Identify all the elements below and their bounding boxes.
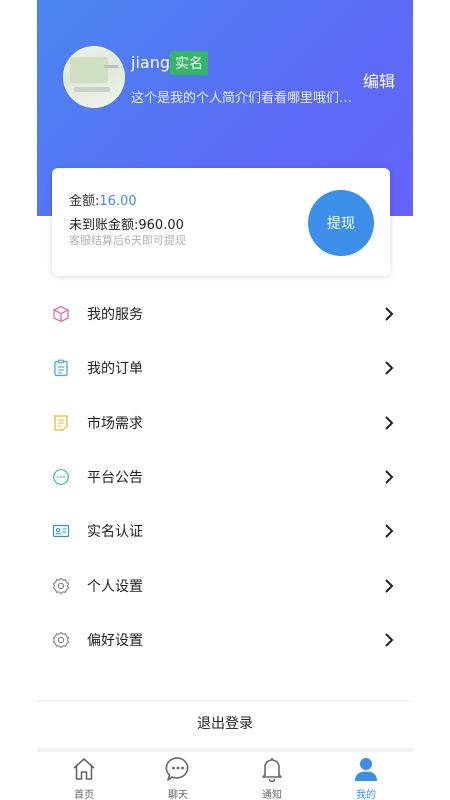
tab-label: 我的 [356,790,376,800]
chat-icon [165,757,189,781]
logout-button[interactable]: 退出登录 [37,708,413,740]
balance-amount-label: 金额: [69,194,100,209]
edit-button[interactable]: 编辑 [363,68,395,92]
menu-item-market-demand[interactable]: 市场需求 [37,396,413,450]
person-icon [355,758,377,781]
tab-label: 聊天 [168,790,188,800]
avatar-image-bar [74,87,110,92]
gear-icon [52,577,70,594]
menu-item-personal-settings[interactable]: 个人设置 [37,558,413,612]
menu-item-my-orders[interactable]: 我的订单 [37,341,413,395]
clipboard-icon [54,360,68,377]
chevron-right-icon [385,416,394,430]
menu-label: 个人设置 [87,578,143,595]
divider [37,700,413,701]
avatar-image-block [70,57,108,83]
withdraw-button[interactable]: 提现 [308,190,374,256]
chat-bubble-icon [53,469,69,485]
verified-badge: 实名 [170,51,208,75]
bottom-tab-bar: 首页 聊天 通知 我的 [37,752,413,800]
menu-label: 市场需求 [87,415,143,432]
document-list-icon [54,415,68,431]
balance-amount-value: 16.00 [99,194,137,209]
tab-label: 首页 [74,790,94,800]
chevron-right-icon [385,633,394,647]
balance-amount: 金额:16.00 [69,190,137,209]
bell-icon [262,758,282,783]
avatar[interactable] [63,46,125,108]
pending-amount: 未到账金额:960.00 [69,218,184,233]
menu-label: 偏好设置 [87,632,143,649]
tab-profile[interactable]: 我的 [319,752,413,800]
left-margin [0,0,37,800]
tab-notifications[interactable]: 通知 [225,752,319,800]
id-card-icon [52,525,70,538]
menu-item-platform-announcement[interactable]: 平台公告 [37,450,413,504]
withdraw-hint: 客服结算后6天即可提现 [69,234,186,247]
chevron-right-icon [385,307,394,321]
tab-chat[interactable]: 聊天 [131,752,225,800]
menu-item-real-name-verification[interactable]: 实名认证 [37,504,413,558]
chevron-right-icon [385,578,394,593]
balance-card: 金额:16.00 未到账金额:960.00 客服结算后6天即可提现 提现 [52,168,390,276]
cube-icon [53,305,69,323]
menu-label: 我的服务 [87,307,143,324]
gear-icon [52,631,70,649]
chevron-right-icon [385,524,394,539]
menu-list: 我的服务 我的订单 市场需求 平台公告 实名认证 个人设置 偏好设置 [37,287,413,667]
username: jiang [131,53,170,72]
menu-label: 平台公告 [87,470,143,487]
profile-screen: jiang 实名 编辑 这个是我的个人简介们看看哪里哦们聊... 金额:16.0… [37,0,413,800]
menu-item-my-services[interactable]: 我的服务 [37,287,413,341]
menu-item-preference-settings[interactable]: 偏好设置 [37,613,413,667]
chevron-right-icon [385,470,394,484]
right-margin [413,0,450,800]
menu-label: 实名认证 [87,524,143,541]
home-icon [73,758,95,780]
chevron-right-icon [385,361,394,376]
profile-bio: 这个是我的个人简介们看看哪里哦们聊... [131,91,363,106]
avatar-image-line [104,65,118,68]
menu-label: 我的订单 [87,361,143,378]
tab-label: 通知 [262,790,282,800]
tab-home[interactable]: 首页 [37,752,131,800]
